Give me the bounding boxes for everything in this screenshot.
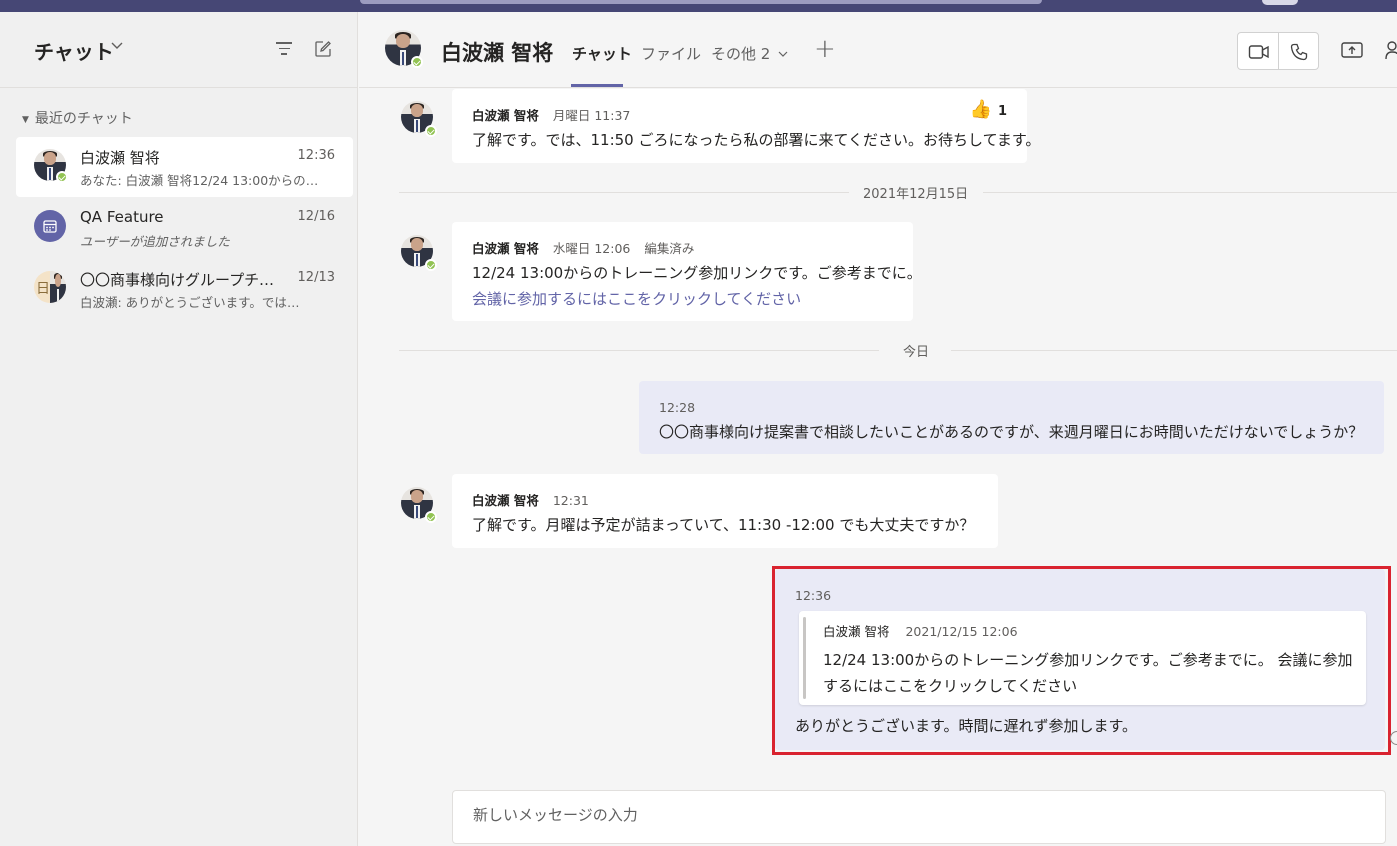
date-label: 2021年12月15日 [863,187,969,202]
status-circle-icon [1390,731,1397,745]
message-timestamp: 12:31 [552,493,589,508]
conversation-header: 白波瀬 智将 チャット ファイル その他 2 + [359,12,1397,88]
presence-available-icon [56,171,68,183]
people-icon[interactable] [1385,40,1397,64]
message-text: 〇〇商事様向け提案書で相談したいことがあるのですが、来週月曜日にお時間いただけな… [659,423,1364,441]
chat-preview: ユーザーが追加されました [80,234,230,249]
presence-available-icon [425,511,437,523]
message-author: 白波瀬 智将 [472,108,539,123]
tab-files[interactable]: ファイル [641,43,701,64]
chat-list-item-group[interactable]: 日 〇〇商事様向けグループチャット 12/13 白波瀬: ありがとうございます。… [16,259,353,319]
presence-available-icon [425,259,437,271]
message-input[interactable] [473,806,1353,824]
message-header: 白波瀬 智将 水曜日 12:06 編集済み [472,238,694,257]
message-header: 白波瀬 智将 月曜日 11:37 [472,105,630,124]
filter-icon[interactable] [276,42,292,56]
tab-chat[interactable]: チャット [572,43,632,64]
message-header: 12:28 [659,397,695,416]
chat-preview: 白波瀬: ありがとうございます。では、よろしくお願いします。 [80,295,302,310]
chat-list-item-shirahase[interactable]: 白波瀬 智将 12:36 あなた: 白波瀬 智将12/24 13:00からのトレ… [16,137,353,197]
date-label: 今日 [903,345,930,360]
message-bubble[interactable]: 白波瀬 智将 水曜日 12:06 編集済み 12/24 13:00からのトレーニング… [452,222,922,321]
group-avatar: 日 [34,271,66,303]
message-text: 12/24 13:00からのトレーニング参加リンクです。ご参考までに。 [472,264,922,282]
chat-time: 12/13 [297,270,335,285]
share-screen-icon[interactable] [1341,41,1363,63]
tab-more-label: その他 2 [711,45,771,63]
call-button-group [1237,32,1319,70]
chevron-down-icon[interactable] [110,38,124,56]
message-text: 了解です。では、11:50 ごろになったら私の部署に来てください。お待ちしてます… [472,131,1041,149]
chat-time: 12:36 [297,148,335,163]
edited-label: 編集済み [644,241,695,256]
compose-box [452,790,1386,844]
date-separator: 2021年12月15日 [399,182,1397,202]
chat-sidebar: チャット ▼ 最近のチャット 白波瀬 智将 12:36 あなた: 白波瀬 智将12… [0,12,358,846]
search-box[interactable] [360,0,1042,4]
audio-call-icon[interactable] [1289,42,1309,66]
message-timestamp: 水曜日 12:06 [552,241,631,256]
new-chat-icon[interactable] [314,40,332,58]
conversation-title: 白波瀬 智将 [441,41,554,65]
presence-available-icon [425,125,437,137]
chat-name: QA Feature [80,208,164,226]
video-call-icon[interactable] [1248,42,1270,66]
message-author: 白波瀬 智将 [472,493,539,508]
chat-name: 白波瀬 智将 [80,149,160,167]
presence-available-icon [411,56,423,68]
group-avatar-letter: 日 [36,281,50,297]
reaction-like[interactable]: 👍 1 [970,99,1007,120]
message-timestamp: 12:28 [659,400,696,415]
chat-name: 〇〇商事様向けグループチャット [80,271,288,289]
active-tab-indicator [571,84,623,87]
highlight-box [772,566,1391,755]
recent-chats-header[interactable]: ▼ 最近のチャット [22,108,133,128]
profile-avatar[interactable] [1262,0,1298,5]
message-timestamp: 月曜日 11:37 [552,108,631,123]
my-message-bubble[interactable]: 12:28 〇〇商事様向け提案書で相談したいことがあるのですが、来週月曜日にお時… [639,381,1384,454]
tab-more[interactable]: その他 2 [711,43,788,64]
collapse-triangle-icon: ▼ [22,115,29,125]
sidebar-title[interactable]: チャット [34,36,114,65]
reaction-count: 1 [997,104,1007,119]
message-bubble[interactable]: 白波瀬 智将 12:31 了解です。月曜は予定が詰まっていて、11:30 -12:… [452,474,998,548]
chat-preview: あなた: 白波瀬 智将12/24 13:00からのトレーニング参加リンクです。 [80,173,320,188]
add-tab-button[interactable]: + [814,34,836,64]
chevron-down-icon [778,51,788,57]
message-text: 了解です。月曜は予定が詰まっていて、11:30 -12:00 でも大丈夫ですか？ [472,516,975,534]
message-header: 白波瀬 智将 12:31 [472,490,589,509]
divider [1278,33,1279,69]
chat-list-item-qa-feature[interactable]: QA Feature 12/16 ユーザーが追加されました [16,198,353,258]
thumbs-up-icon: 👍 [969,99,992,120]
calendar-icon [34,210,66,242]
app-top-bar [0,0,1397,12]
message-bubble[interactable]: 白波瀬 智将 月曜日 11:37 👍 1 了解です。では、11:50 ごろになったら… [452,89,1040,163]
join-meeting-link[interactable]: 会議に参加するにはここをクリックしてください [472,288,801,309]
message-author: 白波瀬 智将 [472,241,539,256]
chat-time: 12/16 [297,209,335,224]
date-separator: 今日 [399,340,1397,360]
sidebar-header: チャット [0,12,358,88]
section-label: 最近のチャット [34,111,133,127]
